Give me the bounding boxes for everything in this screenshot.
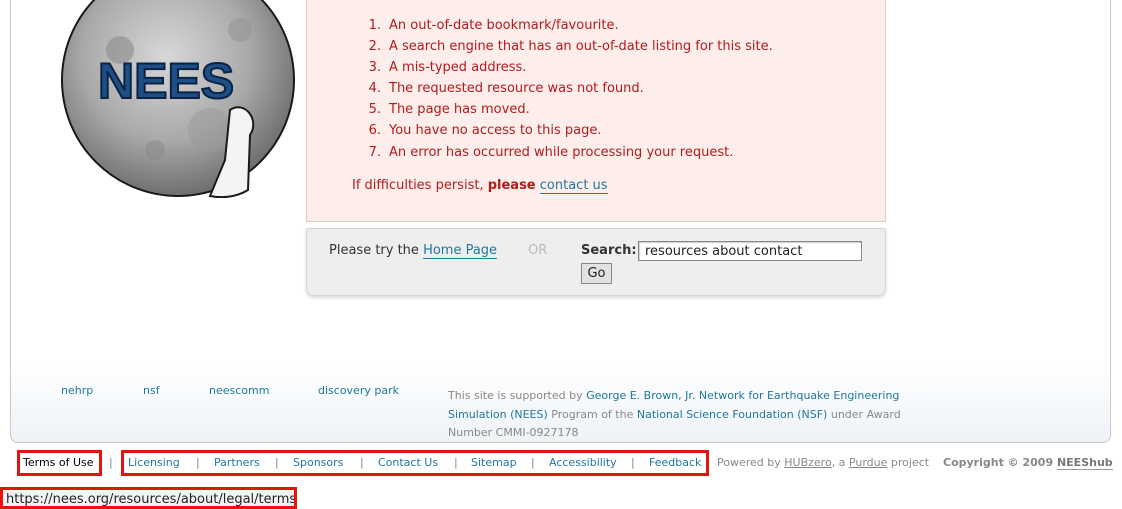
- footer-link-sponsors[interactable]: Sponsors: [293, 456, 343, 469]
- footer-separator: |: [196, 456, 200, 469]
- nsf-link[interactable]: National Science Foundation (NSF): [637, 408, 828, 421]
- reason-item: 1. An out-of-date bookmark/favourite.: [368, 18, 619, 33]
- footer-separator: |: [360, 456, 364, 469]
- powered-by: Powered by HUBzero, a Purdue project: [717, 456, 930, 469]
- sponsor-nehrp[interactable]: nehrp: [61, 384, 93, 397]
- copyright: Copyright © 2009 NEEShub: [943, 456, 1113, 470]
- sponsor-discovery-park[interactable]: discovery park: [318, 384, 399, 397]
- reason-item: 6. You have no access to this page.: [368, 123, 602, 139]
- footer-separator: |: [454, 456, 458, 469]
- reason-item: 4. The requested resource was not found.: [368, 81, 644, 97]
- sponsor-nsf[interactable]: nsf: [143, 384, 160, 397]
- logo-text: NEES: [98, 53, 234, 109]
- search-panel: Please try the Home Page OR Search: Go: [306, 228, 886, 296]
- hubzero-link[interactable]: HUBzero: [784, 456, 831, 469]
- search-label: Search:: [581, 243, 637, 258]
- footer-link-feedback[interactable]: Feedback: [649, 456, 701, 469]
- support-statement: This site is supported by George E. Brow…: [448, 389, 901, 439]
- status-bar-url: https://nees.org/resources/about/legal/t…: [0, 487, 297, 509]
- reasons-list: 1. An out-of-date bookmark/favourite. 2. A…: [359, 17, 773, 165]
- footer-separator: |: [109, 456, 113, 469]
- footer-separator: |: [531, 456, 535, 469]
- home-page-link[interactable]: Home Page: [423, 243, 498, 259]
- try-home-text: Please try the Home Page: [329, 243, 498, 259]
- terms-of-use-link[interactable]: Terms of Use: [23, 456, 94, 469]
- search-input[interactable]: [638, 241, 862, 261]
- footer-link-sitemap[interactable]: Sitemap: [471, 456, 517, 469]
- go-button[interactable]: Go: [581, 263, 612, 284]
- contact-us-link[interactable]: contact us: [539, 178, 608, 194]
- purdue-link[interactable]: Purdue: [849, 456, 887, 469]
- persist-message: If difficulties persist, please contact …: [352, 178, 608, 194]
- footer-link-licensing[interactable]: Licensing: [128, 456, 180, 469]
- reason-item: 7. An error has occurred while processing…: [368, 144, 734, 160]
- footer-separator: |: [631, 456, 635, 469]
- footer-separator: |: [275, 456, 279, 469]
- footer-link-accessibility[interactable]: Accessibility: [549, 456, 617, 469]
- sponsor-neescomm[interactable]: neescomm: [209, 384, 269, 397]
- footer-link-partners[interactable]: Partners: [214, 456, 260, 469]
- reason-item: 2. A search engine that has an out-of-dat…: [368, 39, 773, 55]
- error-box: 1. An out-of-date bookmark/favourite. 2. A…: [306, 0, 886, 222]
- reason-item: 5. The page has moved.: [368, 102, 530, 118]
- nees-logo[interactable]: NEES: [60, 0, 296, 198]
- reason-item: 3. A mis-typed address.: [368, 60, 527, 76]
- or-separator: OR: [528, 243, 548, 258]
- neeshub-link[interactable]: NEEShub: [1056, 456, 1113, 470]
- footer-link-contact-us[interactable]: Contact Us: [378, 456, 438, 469]
